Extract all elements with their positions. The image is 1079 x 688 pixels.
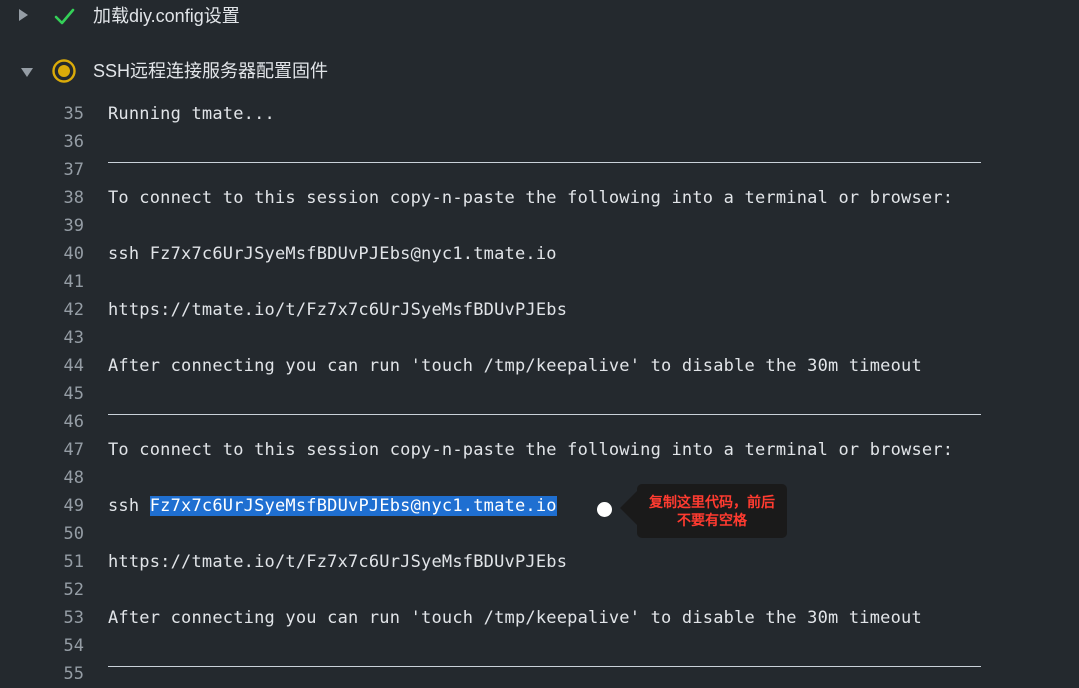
log-text-content: To connect to this session copy-n-paste … [108,440,954,460]
annotation-pointer [620,490,638,526]
check-icon [54,8,75,25]
log-text[interactable]: To connect to this session copy-n-paste … [108,188,953,208]
log-line: 35 Running tmate... [0,100,1079,128]
line-number[interactable]: 36 [46,132,84,152]
log-text-content: Running tmate... [108,104,275,124]
log-text-content: https://tmate.io/t/Fz7x7c6UrJSyeMsfBDUvP… [108,552,568,572]
log-output: 35 Running tmate... 36 37 38 To connect to th… [0,100,1079,688]
log-line: 43 [0,324,1079,352]
separator-rule [108,666,981,667]
log-line: 49 ssh Fz7x7c6UrJSyeMsfBDUvPJEbs@nyc1.tma… [0,492,1079,520]
selected-text[interactable]: Fz7x7c6UrJSyeMsfBDUvPJEbs@nyc1.tmate.io [149,496,557,516]
line-number[interactable]: 47 [46,440,84,460]
annotation-callout: 复制这里代码，前后不要有空格 [637,484,787,538]
log-line: 47 To connect to this session copy-n-past… [0,436,1079,464]
annotation-dot [597,502,612,517]
log-text-content: ssh [108,496,150,516]
separator-rule [108,162,981,163]
step-title: SSH远程连接服务器配置固件 [93,61,329,81]
line-number[interactable]: 48 [46,468,84,488]
log-line: 51 https://tmate.io/t/Fz7x7c6UrJSyeMsfBDU… [0,548,1079,576]
log-text[interactable]: After connecting you can run 'touch /tmp… [108,608,922,628]
in-progress-icon [52,59,76,83]
log-text[interactable]: To connect to this session copy-n-paste … [108,440,953,460]
log-line: 52 [0,576,1079,604]
step-row-load-config[interactable]: 加载diy.config设置 [0,0,1079,36]
caret-right-icon[interactable] [19,9,28,21]
log-line: 54 [0,632,1079,660]
line-number[interactable]: 46 [46,412,84,432]
log-text[interactable]: ssh Fz7x7c6UrJSyeMsfBDUvPJEbs@nyc1.tmate… [108,244,557,264]
separator-rule [108,414,981,415]
log-line: 45 [0,380,1079,408]
log-text[interactable]: Running tmate... [108,104,275,124]
log-text-content: After connecting you can run 'touch /tmp… [108,608,922,628]
line-number[interactable]: 52 [46,580,84,600]
log-text-content: After connecting you can run 'touch /tmp… [108,356,922,376]
line-number[interactable]: 49 [46,496,84,516]
step-title: 加载diy.config设置 [93,6,240,26]
log-line: 46 [0,408,1079,436]
line-number[interactable]: 51 [46,552,84,572]
line-number[interactable]: 41 [46,272,84,292]
line-number[interactable]: 37 [46,160,84,180]
log-line: 44 After connecting you can run 'touch /t… [0,352,1079,380]
log-line: 50 [0,520,1079,548]
line-number[interactable]: 53 [46,608,84,628]
log-line: 38 To connect to this session copy-n-past… [0,184,1079,212]
line-number[interactable]: 43 [46,328,84,348]
log-text-content: To connect to this session copy-n-paste … [108,188,954,208]
line-number[interactable]: 42 [46,300,84,320]
log-line: 36 [0,128,1079,156]
log-text[interactable]: https://tmate.io/t/Fz7x7c6UrJSyeMsfBDUvP… [108,552,567,572]
log-text[interactable]: After connecting you can run 'touch /tmp… [108,356,922,376]
line-number[interactable]: 54 [46,636,84,656]
line-number[interactable]: 44 [46,356,84,376]
log-line: 39 [0,212,1079,240]
log-text[interactable]: https://tmate.io/t/Fz7x7c6UrJSyeMsfBDUvP… [108,300,567,320]
line-number[interactable]: 38 [46,188,84,208]
log-line: 42 https://tmate.io/t/Fz7x7c6UrJSyeMsfBDU… [0,296,1079,324]
annotation-text: 复制这里代码，前后不要有空格 [649,494,775,528]
log-line: 48 [0,464,1079,492]
log-line: 55 [0,660,1079,688]
line-number[interactable]: 50 [46,524,84,544]
step-row-ssh[interactable]: SSH远程连接服务器配置固件 [0,55,1079,91]
log-line: 41 [0,268,1079,296]
log-text-content: https://tmate.io/t/Fz7x7c6UrJSyeMsfBDUvP… [108,300,568,320]
line-number[interactable]: 55 [46,664,84,684]
line-number[interactable]: 35 [46,104,84,124]
log-line: 40 ssh Fz7x7c6UrJSyeMsfBDUvPJEbs@nyc1.tma… [0,240,1079,268]
log-text[interactable]: ssh Fz7x7c6UrJSyeMsfBDUvPJEbs@nyc1.tmate… [108,496,557,516]
log-line: 37 [0,156,1079,184]
line-number[interactable]: 40 [46,244,84,264]
line-number[interactable]: 45 [46,384,84,404]
line-number[interactable]: 39 [46,216,84,236]
log-text-content: ssh Fz7x7c6UrJSyeMsfBDUvPJEbs@nyc1.tmate… [108,244,557,264]
log-line: 53 After connecting you can run 'touch /t… [0,604,1079,632]
caret-down-icon[interactable] [21,68,33,77]
